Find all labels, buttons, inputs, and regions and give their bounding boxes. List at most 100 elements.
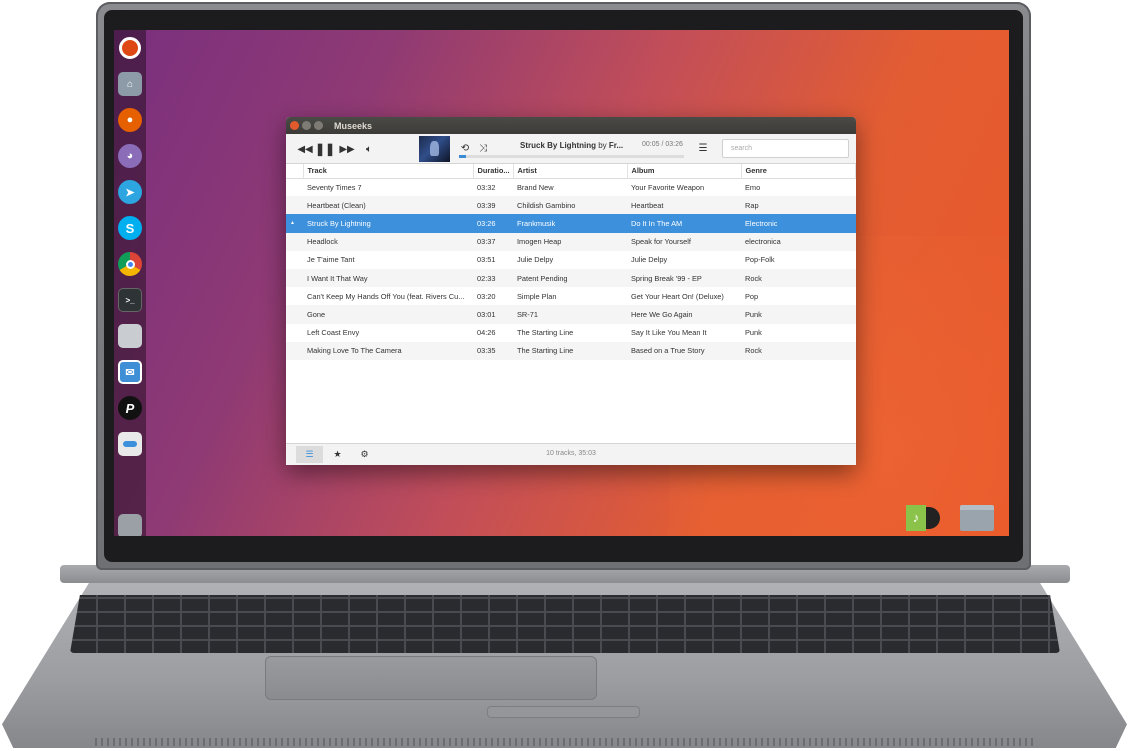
duration-cell: 03:39	[473, 196, 513, 215]
track-count-status: 10 tracks, 35:03	[546, 450, 596, 457]
track-cell: Struck By Lightning	[303, 214, 473, 233]
artist-cell: Imogen Heap	[513, 232, 627, 251]
files-icon[interactable]	[116, 322, 144, 350]
laptop-mockup: ⌂ ● ◕ ➤ S >_ ✉ P ♪ Museeks ◀◀ ❚❚ ▶▶ 🔈︎ ⟲…	[0, 0, 1129, 751]
artist-cell: Childish Gambino	[513, 196, 627, 215]
laptop-vent	[95, 738, 1035, 746]
playing-indicator	[286, 287, 303, 305]
artist-cell: Frankmusik	[513, 214, 627, 233]
player-toolbar: ◀◀ ❚❚ ▶▶ 🔈︎ ⟲ ⤨ Struck By Lightning by F…	[286, 134, 856, 164]
duration-cell: 02:33	[473, 268, 513, 288]
table-row[interactable]: Left Coast Envy 04:26 The Starting Line Say…	[286, 324, 856, 342]
shuffle-icon[interactable]: ⤨	[477, 141, 489, 155]
playing-indicator-icon: ▲	[286, 214, 303, 233]
table-row[interactable]: I Want It That Way 02:33 Patent Pending Spr…	[286, 268, 856, 288]
playing-indicator	[286, 178, 303, 196]
previous-icon[interactable]: ◀◀	[297, 142, 312, 156]
column-header-genre[interactable]: Genre	[741, 164, 856, 179]
telegram-icon[interactable]: ➤	[116, 178, 144, 206]
folder-icon[interactable]	[960, 504, 994, 532]
column-header-indicator	[286, 164, 304, 179]
laptop-notch	[487, 706, 640, 718]
artist-cell: Simple Plan	[517, 291, 557, 301]
playback-progress-fill	[459, 155, 466, 158]
window-footer: ☰ ★ ⚙ 10 tracks, 35:03	[286, 443, 856, 465]
duration-cell: 03:51	[477, 255, 496, 265]
chrome-icon[interactable]	[116, 250, 144, 278]
column-header-artist[interactable]: Artist	[513, 164, 628, 179]
duration-cell: 03:26	[473, 214, 513, 233]
track-cell: Je T'aime Tant	[307, 255, 355, 265]
genre-cell: Rock	[741, 341, 856, 360]
artist-cell: The Starting Line	[513, 341, 627, 360]
table-row[interactable]: Making Love To The Camera 03:35 The Starti…	[286, 341, 856, 360]
table-row[interactable]: Headlock 03:37 Imogen Heap Speak for Yourse…	[286, 232, 856, 251]
genre-cell: Pop	[745, 291, 759, 301]
duration-cell: 03:01	[473, 305, 513, 324]
mailspring-icon[interactable]: ✉	[116, 358, 144, 386]
terminal-icon[interactable]: >_	[116, 286, 144, 314]
track-cell: Heartbeat (Clean)	[303, 196, 473, 215]
laptop-trackpad	[265, 656, 597, 700]
now-playing-time: 00:05 / 03:26	[642, 141, 683, 148]
table-row[interactable]: Gone 03:01 SR-71 Here We Go Again Punk	[286, 305, 856, 324]
track-cell: Seventy Times 7	[307, 182, 362, 192]
table-row[interactable]: ▲ Struck By Lightning 03:26 Frankmusik Do It…	[286, 214, 856, 233]
maximize-window-button[interactable]	[314, 121, 323, 130]
table-row[interactable]: Can't Keep My Hands Off You (feat. River…	[286, 287, 856, 305]
album-cell: Speak for Yourself	[627, 232, 741, 251]
firefox-icon[interactable]: ●	[116, 106, 144, 134]
duration-cell: 03:20	[477, 291, 496, 301]
ubuntu-icon[interactable]	[116, 34, 144, 62]
pidgin-icon[interactable]: ◕	[116, 142, 144, 170]
close-window-button[interactable]	[290, 121, 299, 130]
table-row[interactable]: Je T'aime Tant 03:51 Julie Delpy Julie Delp…	[286, 251, 856, 269]
column-header-album[interactable]: Album	[627, 164, 742, 179]
artist-cell: Julie Delpy	[517, 255, 554, 265]
next-icon[interactable]: ▶▶	[339, 142, 354, 156]
search-input[interactable]: search	[722, 139, 849, 158]
playing-indicator	[286, 251, 303, 269]
unity-launcher: ⌂ ● ◕ ➤ S >_ ✉ P	[114, 30, 146, 536]
museeks-window: Museeks ◀◀ ❚❚ ▶▶ 🔈︎ ⟲ ⤨ Struck By Lightn…	[286, 117, 856, 465]
duration-cell: 03:35	[473, 341, 513, 360]
skype-icon[interactable]: S	[116, 214, 144, 242]
settings-toggle-icon[interactable]	[116, 430, 144, 458]
genre-cell: Rap	[741, 196, 856, 215]
album-cell: Heartbeat	[627, 196, 741, 215]
desktop-screen: ⌂ ● ◕ ➤ S >_ ✉ P ♪ Museeks ◀◀ ❚❚ ▶▶ 🔈︎ ⟲…	[114, 30, 1009, 536]
playing-indicator	[286, 268, 303, 288]
duration-cell: 04:26	[477, 328, 496, 338]
album-cell: Say It Like You Mean It	[631, 328, 707, 338]
album-cell: Here We Go Again	[627, 305, 741, 324]
artist-cell: The Starting Line	[517, 328, 574, 338]
genre-cell: Emo	[745, 182, 761, 192]
table-row[interactable]: Heartbeat (Clean) 03:39 Childish Gambino He…	[286, 196, 856, 215]
volume-icon[interactable]: 🔈︎	[362, 142, 376, 156]
now-playing-by: by	[598, 141, 607, 150]
table-row[interactable]: Seventy Times 7 03:32 Brand New Your Favori…	[286, 178, 856, 196]
minimize-window-button[interactable]	[302, 121, 311, 130]
music-file-icon[interactable]: ♪	[906, 504, 940, 532]
home-folder-icon[interactable]: ⌂	[116, 70, 144, 98]
album-cover	[419, 136, 450, 162]
now-playing-artist: Fr...	[608, 141, 624, 150]
artist-cell: SR-71	[513, 305, 627, 324]
duration-cell: 03:32	[477, 182, 496, 192]
pinterest-icon[interactable]: P	[116, 394, 144, 422]
playback-progress-bar[interactable]	[459, 155, 684, 158]
column-header-track[interactable]: Track	[303, 164, 474, 179]
playing-indicator	[286, 196, 303, 215]
album-cell: Julie Delpy	[631, 255, 668, 265]
window-titlebar: Museeks	[286, 117, 856, 134]
repeat-icon[interactable]: ⟲	[459, 141, 471, 155]
playing-indicator	[286, 232, 303, 251]
pause-icon[interactable]: ❚❚	[315, 142, 335, 156]
artist-cell: Brand New	[517, 182, 554, 192]
column-header-duration[interactable]: Duratio...	[473, 164, 514, 179]
playing-indicator	[286, 305, 303, 324]
trash-icon[interactable]	[116, 512, 144, 536]
genre-cell: Punk	[745, 328, 762, 338]
queue-list-icon[interactable]: ☰	[696, 141, 710, 155]
track-cell: Gone	[303, 305, 473, 324]
